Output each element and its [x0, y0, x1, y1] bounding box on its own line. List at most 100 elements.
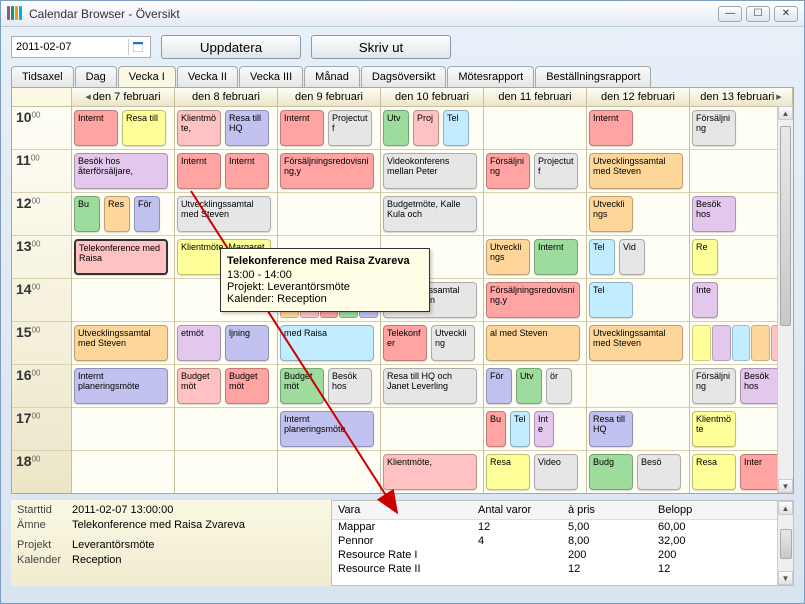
calendar-event[interactable]: För	[486, 368, 512, 404]
scroll-thumb[interactable]	[780, 126, 791, 326]
calendar-dropdown-icon[interactable]	[128, 39, 146, 55]
day-column[interactable]: Internt Utvecklingssamtal med Steven Utvec…	[587, 107, 690, 494]
calendar-event[interactable]: Vid	[619, 239, 645, 275]
calendar-event[interactable]: Utv	[516, 368, 542, 404]
calendar-scrollbar[interactable]: ▲ ▼	[777, 106, 793, 493]
day-header[interactable]: den 13 februari▶	[690, 88, 793, 106]
calendar-event[interactable]: Internt	[589, 110, 633, 146]
table-row[interactable]: Pennor48,0032,00	[332, 534, 793, 548]
resources-scrollbar[interactable]: ▲ ▼	[777, 501, 793, 585]
calendar-event[interactable]: Tel	[589, 239, 615, 275]
calendar-event[interactable]: Projectutf	[328, 110, 372, 146]
maximize-button[interactable]: ☐	[746, 6, 770, 22]
calendar-event[interactable]: etmöt	[177, 325, 221, 361]
calendar-event[interactable]: Proj	[413, 110, 439, 146]
calendar-event[interactable]: Res	[104, 196, 130, 232]
calendar-event[interactable]: Besök hos	[328, 368, 372, 404]
calendar-event[interactable]: Tel	[510, 411, 530, 447]
calendar-event[interactable]: Budg	[589, 454, 633, 490]
tab-vecka-i[interactable]: Vecka I	[118, 66, 176, 88]
calendar-event[interactable]: Budgetmöt	[280, 368, 324, 404]
calendar-event[interactable]: Försäljning	[692, 368, 736, 404]
calendar-event[interactable]: Videokonferens mellan Peter	[383, 153, 477, 189]
calendar-event[interactable]: Internt	[74, 110, 118, 146]
close-button[interactable]: ✕	[774, 6, 798, 22]
calendar-event[interactable]: Tel	[443, 110, 469, 146]
calendar-event[interactable]: Internt	[534, 239, 578, 275]
table-row[interactable]: Resource Rate I200200	[332, 548, 793, 562]
scroll-thumb[interactable]	[780, 529, 792, 559]
calendar-event[interactable]: Internt planeringsmöte	[280, 411, 374, 447]
print-button[interactable]: Skriv ut	[311, 35, 451, 59]
calendar-event[interactable]: Resa till HQ	[589, 411, 633, 447]
calendar-event[interactable]: al med Steven	[486, 325, 580, 361]
calendar-event[interactable]: Försäljningsredovisning,y	[280, 153, 374, 189]
tab-mötesrapport[interactable]: Mötesrapport	[447, 66, 534, 87]
calendar-event[interactable]: Video	[534, 454, 578, 490]
table-row[interactable]: Mappar125,0060,00	[332, 520, 793, 534]
calendar-event[interactable]: Besök hos återförsäljare,	[74, 153, 168, 189]
calendar-event[interactable]: Bu	[74, 196, 100, 232]
calendar-event[interactable]: Tel	[589, 282, 633, 318]
calendar-event[interactable]: Inte	[534, 411, 554, 447]
calendar-event[interactable]: Utvecklingssamtal med Steven	[589, 325, 683, 361]
calendar-event[interactable]: Utvecklings	[589, 196, 633, 232]
calendar-event[interactable]: Internt	[177, 153, 221, 189]
event-strip-group[interactable]	[692, 325, 790, 361]
update-button[interactable]: Uppdatera	[161, 35, 301, 59]
calendar-event[interactable]: Telekonference med Raisa	[74, 239, 168, 275]
calendar-event[interactable]: Utv	[383, 110, 409, 146]
day-header[interactable]: den 12 februari	[587, 88, 690, 106]
calendar-event[interactable]: Klientmöte,	[383, 454, 477, 490]
tab-månad[interactable]: Månad	[304, 66, 360, 87]
calendar-event[interactable]: Budgetmöt	[225, 368, 269, 404]
day-header[interactable]: ◀den 7 februari	[72, 88, 175, 106]
date-picker[interactable]: 2011-02-07	[11, 36, 151, 58]
calendar-event[interactable]: Budgetmöte, Kalle Kula och	[383, 196, 477, 232]
calendar-event[interactable]: Resa till	[122, 110, 166, 146]
minimize-button[interactable]: —	[718, 6, 742, 22]
tab-dag[interactable]: Dag	[75, 66, 117, 87]
calendar-event[interactable]: Utvecklingssamtal med Steven	[177, 196, 271, 232]
calendar-event[interactable]: Klientmöte	[692, 411, 736, 447]
tab-beställningsrapport[interactable]: Beställningsrapport	[535, 66, 651, 87]
day-column[interactable]: FörsäljningProjectutf UtvecklingsInternt F…	[484, 107, 587, 494]
tab-dagsöversikt[interactable]: Dagsöversikt	[361, 66, 447, 87]
calendar-event[interactable]: med Raisa	[280, 325, 374, 361]
calendar-event[interactable]: Projectutf	[534, 153, 578, 189]
scroll-up-icon[interactable]: ▲	[778, 501, 793, 515]
calendar-event[interactable]: Telekonfer	[383, 325, 427, 361]
calendar-event[interactable]: Utvecklingssamtal med Steven	[589, 153, 683, 189]
calendar-event[interactable]: Besök hos	[692, 196, 736, 232]
calendar-event[interactable]: Resa till HQ och Janet Leverling	[383, 368, 477, 404]
table-row[interactable]: Resource Rate II1212	[332, 562, 793, 576]
calendar-event[interactable]: Resa	[692, 454, 736, 490]
calendar-event[interactable]: Klientmöte,	[177, 110, 221, 146]
day-header[interactable]: den 11 februari	[484, 88, 587, 106]
calendar-event[interactable]: ljning	[225, 325, 269, 361]
calendar-event[interactable]: Utvecklingssamtal med Steven	[74, 325, 168, 361]
tab-tidsaxel[interactable]: Tidsaxel	[11, 66, 74, 87]
calendar-event[interactable]: Utveckling	[431, 325, 475, 361]
calendar-event[interactable]: Bu	[486, 411, 506, 447]
calendar-event[interactable]: Internt planeringsmöte	[74, 368, 168, 404]
calendar-event[interactable]: Försäljningsredovisning,y	[486, 282, 580, 318]
tab-vecka-iii[interactable]: Vecka III	[239, 66, 303, 87]
calendar-event[interactable]: Budgetmöt	[177, 368, 221, 404]
calendar-event[interactable]: Resa	[486, 454, 530, 490]
calendar-event[interactable]: Utvecklings	[486, 239, 530, 275]
calendar-event[interactable]: Inte	[692, 282, 718, 318]
calendar-event[interactable]: Resa till HQ	[225, 110, 269, 146]
day-header[interactable]: den 10 februari	[381, 88, 484, 106]
calendar-event[interactable]: Besö	[637, 454, 681, 490]
tab-vecka-ii[interactable]: Vecka II	[177, 66, 238, 87]
day-header[interactable]: den 8 februari	[175, 88, 278, 106]
scroll-up-icon[interactable]: ▲	[778, 106, 793, 120]
calendar-event[interactable]: Försäljning	[692, 110, 736, 146]
day-column[interactable]: InterntResa till Besök hos återförsäljare…	[72, 107, 175, 494]
scroll-down-icon[interactable]: ▼	[778, 571, 793, 585]
calendar-event[interactable]: Re	[692, 239, 718, 275]
calendar-event[interactable]: För	[134, 196, 160, 232]
calendar-event[interactable]: Försäljning	[486, 153, 530, 189]
calendar-event[interactable]: Internt	[280, 110, 324, 146]
